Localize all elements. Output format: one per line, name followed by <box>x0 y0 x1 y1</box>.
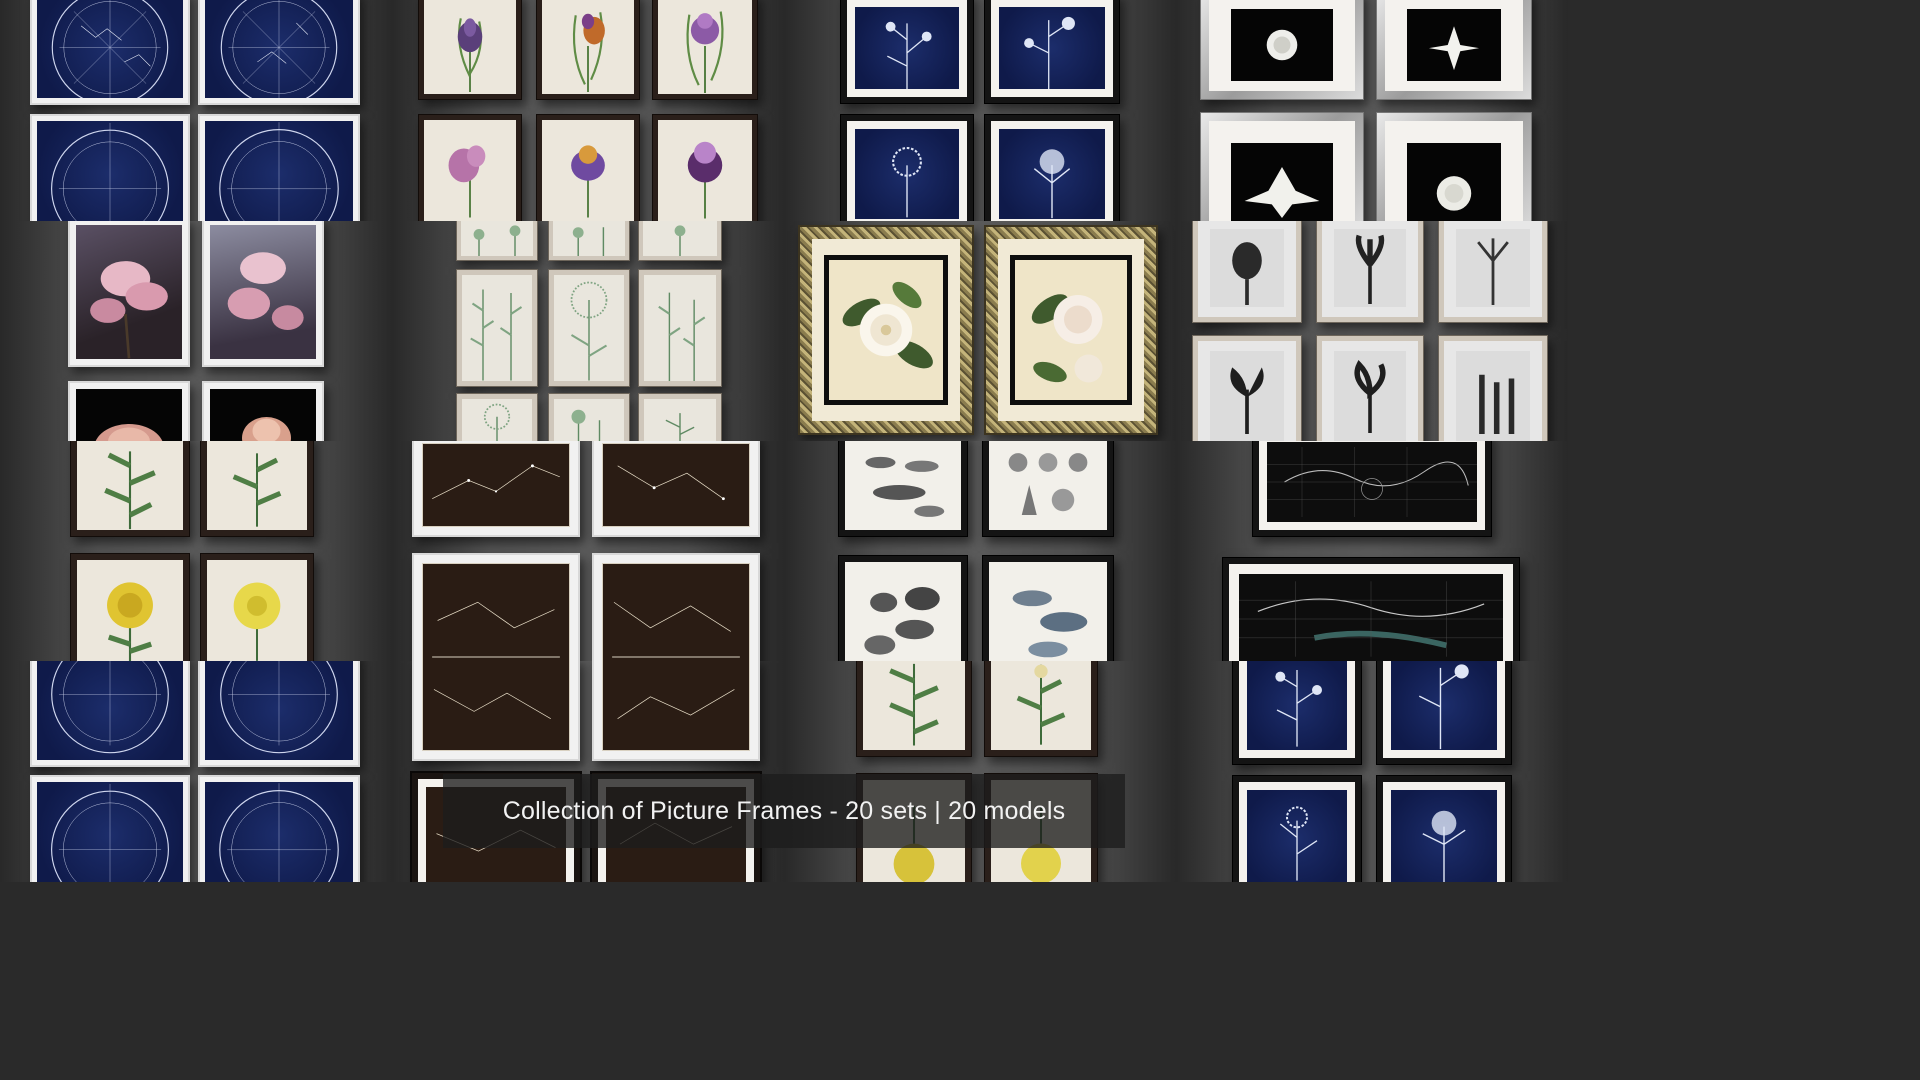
set-iris-botanical <box>392 0 784 221</box>
set-dark-star-maps <box>392 441 784 661</box>
frame-chrys-green-3 <box>856 661 972 757</box>
frame-whiteflower-4 <box>1376 112 1532 221</box>
frame-herbal-bot-1 <box>456 393 538 441</box>
celestial-art <box>51 0 169 98</box>
frame-herbal-mid-3 <box>638 269 722 387</box>
frame-celestial-5 <box>30 661 190 767</box>
frame-bw-1 <box>1192 221 1302 323</box>
frame-cyano-8 <box>1376 775 1512 882</box>
frame-starmap-3 <box>412 553 580 661</box>
frame-cyano-2 <box>984 0 1120 104</box>
frame-bw-2 <box>1316 221 1424 323</box>
frame-chrys-yellow-1 <box>70 553 190 661</box>
set-green-herbal-plates <box>392 221 784 441</box>
frame-chrys-green-2 <box>200 441 314 537</box>
frame-herbal-top-3 <box>638 221 722 261</box>
frame-chrys-green-1 <box>70 441 190 537</box>
frame-magnolia-gold-2 <box>984 225 1158 435</box>
picture-frame-collage <box>0 0 1568 882</box>
frame-starmap-1 <box>412 441 580 537</box>
frame-iris-4 <box>418 114 522 221</box>
frame-worldmap-small <box>1252 441 1492 537</box>
frame-cyano-5 <box>1232 661 1362 765</box>
frame-bw-3 <box>1438 221 1548 323</box>
set-magnolia-gold-ornate <box>784 221 1176 441</box>
frame-starmap-2 <box>592 441 760 537</box>
frame-celestial-1 <box>30 0 190 105</box>
frame-herbal-bot-2 <box>548 393 630 441</box>
frame-chrys-yellow-2 <box>200 553 314 661</box>
frame-iris-6 <box>652 114 758 221</box>
set-cyanotype-botanical-2 <box>1176 661 1568 882</box>
frame-celestial-7 <box>30 775 190 882</box>
frame-iris-3 <box>652 0 758 100</box>
frame-chrys-green-4 <box>984 661 1098 757</box>
frame-starmap-4 <box>592 553 760 661</box>
frame-reptiles-1 <box>838 555 968 661</box>
frame-celestial-6 <box>198 661 360 767</box>
frame-fish-1 <box>838 441 968 537</box>
frame-shells-1 <box>982 441 1114 537</box>
set-chrysanthemum <box>0 441 392 661</box>
set-magnolia-photo <box>0 221 392 441</box>
frame-cyano-7 <box>1232 775 1362 882</box>
frame-starmap-6 <box>592 661 760 761</box>
set-fish-and-shells <box>784 441 1176 661</box>
frame-herbal-bot-3 <box>638 393 722 441</box>
frame-cyano-4 <box>984 114 1120 221</box>
frame-cyano-3 <box>840 114 974 221</box>
frame-tulip-photo-1 <box>68 381 190 441</box>
frame-iris-5 <box>536 114 640 221</box>
frame-cyano-6 <box>1376 661 1512 765</box>
set-chrysanthemum-green-2 <box>784 661 1176 882</box>
frame-celestial-3 <box>30 114 190 221</box>
frame-tulip-photo-2 <box>202 381 324 441</box>
frame-whiteflower-2 <box>1376 0 1532 100</box>
set-world-maps <box>1176 441 1568 661</box>
frame-starmap-5 <box>412 661 580 761</box>
set-celestial-chart-blue-2 <box>0 661 392 882</box>
collection-caption: Collection of Picture Frames - 20 sets |… <box>443 774 1125 848</box>
set-star-maps-dark-2 <box>392 661 784 882</box>
frame-herbal-mid-1 <box>456 269 538 387</box>
frame-magnolia-photo-2 <box>202 221 324 367</box>
set-celestial-chart-blue <box>0 0 392 221</box>
frame-herbal-top-1 <box>456 221 538 261</box>
frame-whiteflower-1 <box>1200 0 1364 100</box>
frame-bw-6 <box>1438 335 1548 441</box>
frame-celestial-4 <box>198 114 360 221</box>
frame-fishes-1 <box>982 555 1114 661</box>
frame-bw-5 <box>1316 335 1424 441</box>
frame-whiteflower-3 <box>1200 112 1364 221</box>
set-bw-botanical-photos <box>1176 221 1568 441</box>
frame-magnolia-photo-1 <box>68 221 190 367</box>
frame-herbal-top-2 <box>548 221 630 261</box>
set-cyanotype-botanical <box>784 0 1176 221</box>
frame-iris-2 <box>536 0 640 100</box>
frame-bw-4 <box>1192 335 1302 441</box>
frame-magnolia-gold-1 <box>798 225 974 435</box>
frame-iris-1 <box>418 0 522 100</box>
set-white-flowers-on-black <box>1176 0 1568 221</box>
frame-celestial-8 <box>198 775 360 882</box>
frame-cyano-1 <box>840 0 974 104</box>
frame-worldmap-wide <box>1222 557 1520 661</box>
frame-celestial-2 <box>198 0 360 105</box>
frame-herbal-mid-2 <box>548 269 630 387</box>
